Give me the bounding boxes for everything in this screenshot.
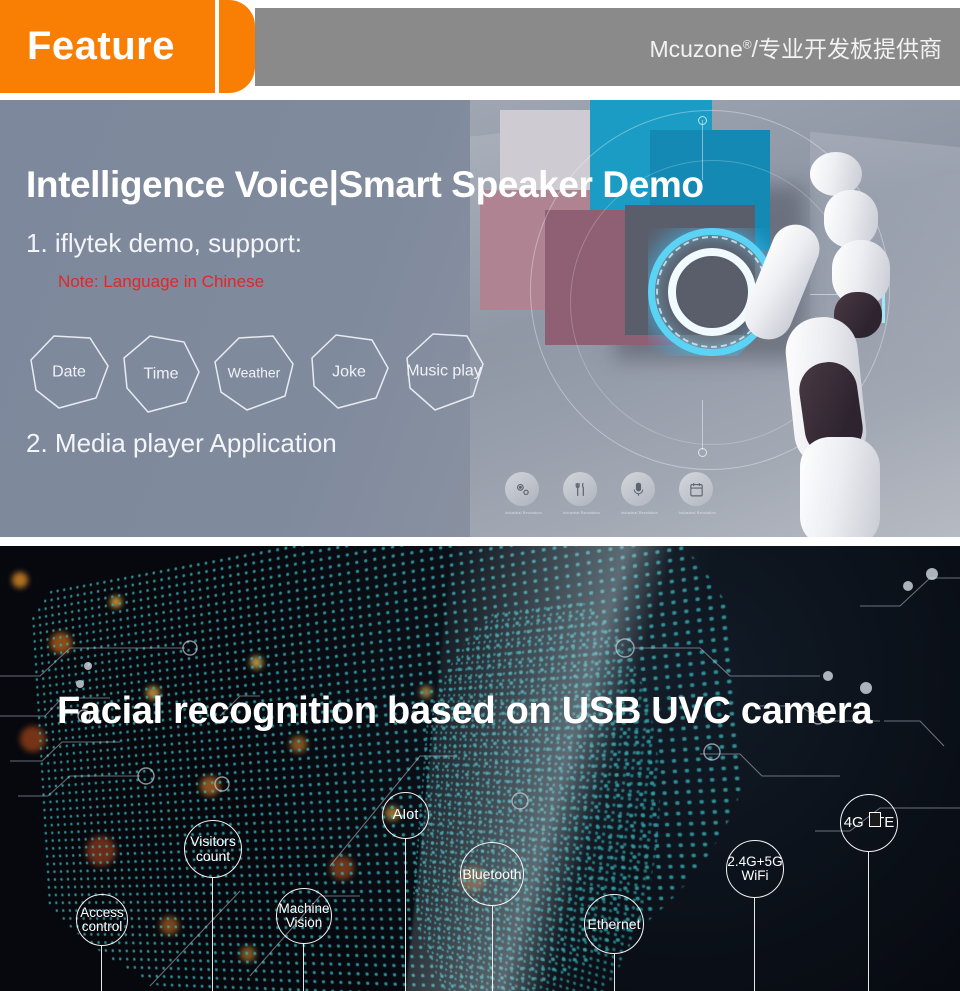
hexagon-badge-date[interactable]: Date xyxy=(26,332,112,414)
pin-aiot-circle[interactable]: AIot xyxy=(382,792,429,839)
text-cursor-icon xyxy=(869,812,881,827)
pin-visitors-count-stem xyxy=(212,878,214,991)
pin-access-control-label: Access control xyxy=(80,904,124,934)
pin-aiot-label: AIot xyxy=(392,806,419,823)
hexagon-badge-weather[interactable]: Weather xyxy=(211,332,297,414)
microphone-icon xyxy=(621,472,655,506)
page-header: Feature Mcuzone®/专业开发板提供商 xyxy=(0,0,960,93)
section-voice-text: Intelligence Voice|Smart Speaker Demo 1.… xyxy=(0,100,704,537)
calendar-icon xyxy=(679,472,713,506)
pin-access-control-circle[interactable]: Access control xyxy=(76,894,128,946)
illustration-icon-label-2: Industrial Revolution xyxy=(621,511,658,515)
pin-wifi-circle[interactable]: 2.4G+5G WiFi xyxy=(726,840,784,898)
robot-arm xyxy=(737,152,918,537)
pin-bluetooth-circle[interactable]: Bluetooth xyxy=(460,842,524,906)
pin-wifi-stem xyxy=(754,898,756,991)
pin-machine-vision-circle[interactable]: Machine Vision xyxy=(276,888,332,944)
section-voice-note: Note: Language in Chinese xyxy=(58,272,265,291)
hexagon-label-date: Date xyxy=(52,363,86,381)
hexagon-badge-time[interactable]: Time xyxy=(118,334,204,416)
brand-label: Mcuzone®/专业开发板提供商 xyxy=(649,30,942,64)
puzzle-nub-cyan xyxy=(632,100,678,110)
illustration-icon-2: Industrial Revolution xyxy=(621,472,658,530)
pin-ethernet-label: Ethernet xyxy=(587,915,641,932)
hexagon-label-music-play: Music play xyxy=(406,362,482,380)
hexagon-label-time: Time xyxy=(143,365,179,383)
arm-wrist xyxy=(800,437,880,537)
section-voice-title: Intelligence Voice|Smart Speaker Demo xyxy=(26,164,704,205)
hexagon-badge-music-play[interactable]: Music play xyxy=(401,330,487,414)
section-voice-item-1: 1. iflytek demo, support: xyxy=(26,228,303,258)
hexagon-label-weather: Weather xyxy=(227,364,281,381)
section-voice-demo: Industrial Revolution Industrial Revolut… xyxy=(0,100,960,537)
pin-visitors-count-label: Visitors count xyxy=(190,833,236,864)
pin-bluetooth-label: Bluetooth xyxy=(462,865,522,882)
pin-4g-lte-stem xyxy=(868,852,870,991)
arm-finger-mid xyxy=(824,190,878,248)
pin-visitors-count-circle[interactable]: Visitors count xyxy=(184,820,242,878)
illustration-icon-3: Industrial Revolution xyxy=(679,472,716,530)
circuit-traces xyxy=(0,568,960,987)
tools-icon xyxy=(563,472,597,506)
pin-access-control-stem xyxy=(101,946,103,991)
illustration-icon-row: Industrial Revolution Industrial Revolut… xyxy=(505,472,735,530)
section-facial-title: Facial recognition based on USB UVC came… xyxy=(57,690,873,732)
illustration-icon-1: Industrial Revolution xyxy=(563,472,600,530)
pin-ethernet-circle[interactable]: Ethernet xyxy=(584,894,644,954)
hexagon-label-joke: Joke xyxy=(332,363,366,381)
feature-tab-edge xyxy=(219,0,255,93)
section-voice-item-2: 2. Media player Application xyxy=(26,428,337,458)
brand-name: Mcuzone xyxy=(649,36,743,62)
pin-aiot-stem xyxy=(405,839,407,991)
section-facial-recognition xyxy=(0,546,960,991)
pin-bluetooth-stem xyxy=(492,906,494,991)
pin-machine-vision-label: Machine Vision xyxy=(278,900,330,930)
feature-tab-label: Feature xyxy=(27,24,175,68)
hud-line-bottom xyxy=(702,400,703,450)
brand-registered-mark: ® xyxy=(742,37,752,52)
illustration-icon-label-3: Industrial Revolution xyxy=(679,511,716,515)
brand-suffix: /专业开发板提供商 xyxy=(751,36,942,62)
pin-wifi-label: 2.4G+5G WiFi xyxy=(727,853,783,883)
pin-machine-vision-stem xyxy=(303,944,305,991)
pin-ethernet-stem xyxy=(614,954,616,991)
illustration-icon-label-1: Industrial Revolution xyxy=(563,511,600,515)
slide-page: Feature Mcuzone®/专业开发板提供商 Industrial Rev… xyxy=(0,0,960,991)
hexagon-badge-joke[interactable]: Joke xyxy=(306,332,392,414)
